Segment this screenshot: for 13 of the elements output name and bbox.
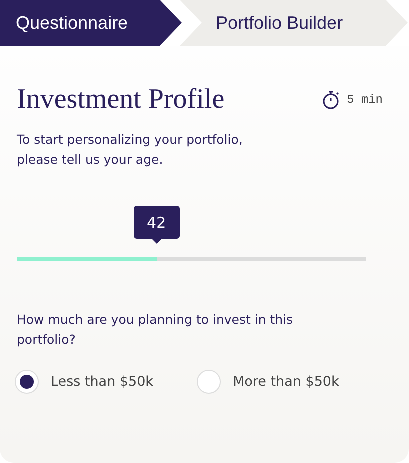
radio-button[interactable] bbox=[15, 370, 39, 394]
step-tab[interactable]: Questionnaire bbox=[0, 0, 182, 46]
stopwatch-icon bbox=[322, 90, 341, 110]
page-title: Investment Profile bbox=[17, 84, 225, 116]
duration-label: 5 min bbox=[346, 93, 383, 107]
radio-button[interactable] bbox=[197, 370, 221, 394]
step-tab[interactable]: Portfolio Builder bbox=[180, 0, 408, 46]
option-label: Less than $50k bbox=[51, 374, 154, 390]
option-label: More than $50k bbox=[233, 374, 340, 390]
amount-question: How much are you planning to invest in this portfolio? bbox=[17, 311, 294, 349]
slider-track[interactable] bbox=[17, 257, 366, 261]
value-tooltip: 42 bbox=[134, 206, 180, 239]
age-prompt: To start personalizing your portfolio, please tell us your age. bbox=[17, 131, 244, 169]
